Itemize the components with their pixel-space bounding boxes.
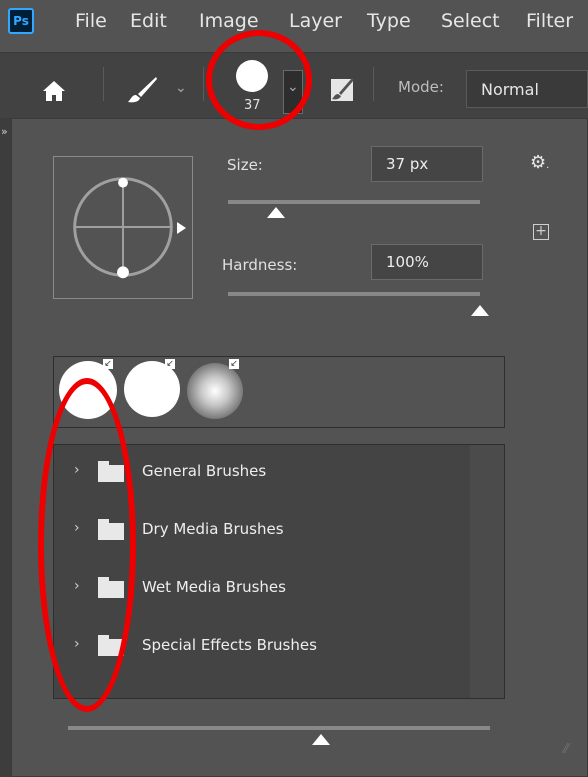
brush-icon[interactable] <box>126 76 158 104</box>
size-slider-thumb[interactable] <box>266 207 285 218</box>
left-panel-gutter <box>0 118 11 777</box>
mode-label: Mode: <box>398 78 444 96</box>
menu-image[interactable]: Image <box>199 10 259 32</box>
menu-filter[interactable]: Filter <box>526 10 573 32</box>
options-separator <box>203 67 204 101</box>
folder-label: Wet Media Brushes <box>142 578 286 596</box>
menu-file[interactable]: File <box>75 10 107 32</box>
plus-square-icon[interactable]: + <box>533 224 549 240</box>
recent-brush-soft-round[interactable]: ↙ <box>183 357 245 427</box>
annotation-ellipse <box>38 378 136 712</box>
collapse-panels-icon[interactable]: » <box>1 125 8 138</box>
brush-badge-icon: ↙ <box>103 359 113 369</box>
options-separator <box>103 67 104 101</box>
size-label: Size: <box>227 156 263 174</box>
menu-select[interactable]: Select <box>441 10 500 32</box>
folder-label: General Brushes <box>142 462 267 480</box>
recent-brush-hard-round[interactable]: ↙ <box>119 357 181 427</box>
preview-size-slider-thumb[interactable] <box>312 734 331 745</box>
gear-icon[interactable]: ⚙. <box>530 152 549 173</box>
menu-edit[interactable]: Edit <box>130 10 167 32</box>
brush-badge-icon: ↙ <box>165 359 175 369</box>
annotation-circle <box>206 30 312 130</box>
menu-layer[interactable]: Layer <box>289 10 342 32</box>
menu-type[interactable]: Type <box>367 10 411 32</box>
brush-settings-panel-icon[interactable] <box>330 76 354 102</box>
hardness-slider-track[interactable] <box>228 292 480 296</box>
folder-label: Dry Media Brushes <box>142 520 284 538</box>
options-separator <box>373 67 374 101</box>
resize-grip-icon[interactable]: ⁄⁄ <box>564 742 568 757</box>
photoshop-logo: Ps <box>8 8 34 34</box>
size-input[interactable]: 37 px <box>371 146 483 182</box>
hardness-input[interactable]: 100% <box>371 244 483 280</box>
home-icon[interactable] <box>42 80 66 102</box>
mode-select[interactable]: Normal <box>466 70 588 108</box>
list-scrollbar[interactable] <box>470 445 504 698</box>
preview-size-slider-track[interactable] <box>68 726 490 730</box>
chevron-down-icon[interactable]: ⌄ <box>175 80 187 96</box>
hardness-slider-thumb[interactable] <box>471 305 489 316</box>
size-slider-track[interactable] <box>228 200 480 204</box>
brush-badge-icon: ↙ <box>229 359 239 369</box>
folder-label: Special Effects Brushes <box>142 636 317 654</box>
brush-tip-preview[interactable] <box>53 156 193 299</box>
hardness-label: Hardness: <box>222 256 298 274</box>
tip-angle-arrow-icon[interactable] <box>177 222 186 234</box>
